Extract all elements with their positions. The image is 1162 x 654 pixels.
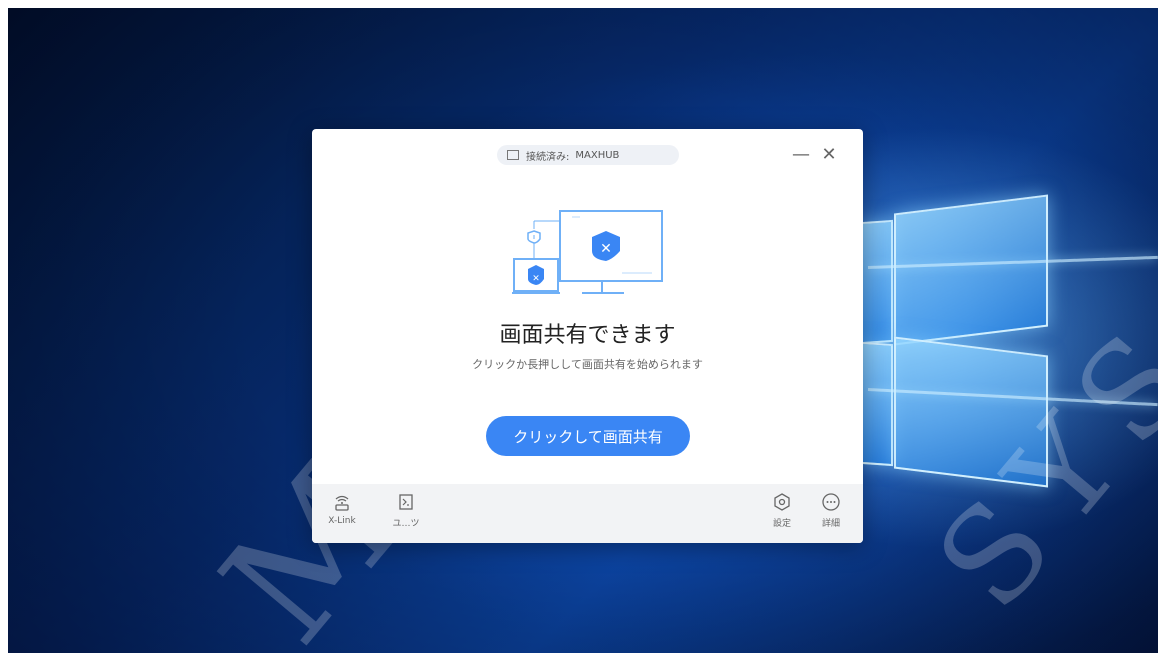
- windows-logo-pane-top-left: [861, 219, 893, 345]
- tools-label: ユ…ツ: [392, 519, 420, 529]
- wireless-icon: [322, 492, 362, 512]
- xlink-button[interactable]: X-Link: [322, 492, 362, 526]
- start-screen-share-button[interactable]: クリックして画面共有: [486, 416, 690, 456]
- close-button[interactable]: ✕: [818, 143, 840, 165]
- share-instruction-text: クリックか長押しして画面共有を始められます: [472, 358, 703, 371]
- details-label: 詳細: [821, 519, 840, 529]
- monitor-icon: [507, 150, 519, 160]
- screen-share-illustration: ✕ ✕: [512, 210, 663, 294]
- windows-logo-pane-top-right: [894, 194, 1048, 346]
- minimize-button[interactable]: —: [790, 143, 812, 165]
- svg-text:✕: ✕: [532, 274, 540, 284]
- share-ready-heading: 画面共有できます: [499, 323, 676, 348]
- windows-logo-pane-bottom-left: [861, 341, 893, 467]
- status-device-name: MAXHUB: [575, 149, 620, 161]
- settings-label: 設定: [772, 519, 791, 529]
- svg-text:✕: ✕: [600, 241, 612, 257]
- settings-hexagon-icon: [762, 492, 802, 512]
- bottom-toolbar: X-Link ユ…ツ 設定 詳細: [312, 484, 863, 543]
- status-prefix: 接続済み:: [526, 151, 570, 163]
- maxhub-share-window: 接続済み: MAXHUB — ✕ ✕ ✕ 画面共有できます クリックか長押しして…: [312, 129, 863, 543]
- more-icon: [811, 492, 851, 512]
- xlink-label: X-Link: [328, 516, 356, 526]
- tools-button[interactable]: ユ…ツ: [386, 492, 426, 529]
- tools-icon: [386, 492, 426, 512]
- settings-button[interactable]: 設定: [762, 492, 802, 529]
- connection-status: 接続済み: MAXHUB: [497, 145, 679, 165]
- windows-logo-pane-bottom-right: [894, 336, 1048, 488]
- details-button[interactable]: 詳細: [811, 492, 851, 529]
